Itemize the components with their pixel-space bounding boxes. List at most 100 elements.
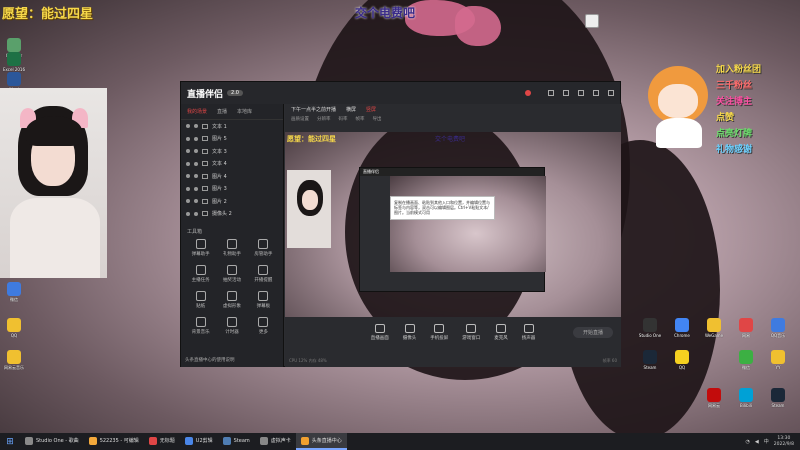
phone-cast-button[interactable]: 手机投屏 — [430, 324, 448, 341]
tool-label: 弹幕板 — [256, 304, 271, 309]
resolution-setting[interactable]: 分辨率 — [317, 116, 331, 122]
microphone-button[interactable]: 麦克风 — [494, 324, 508, 341]
source-row[interactable]: 图片 5 — [181, 133, 283, 146]
tool-music[interactable]: 背景音乐 — [185, 317, 216, 335]
start-live-button[interactable]: 开始直播 — [572, 327, 613, 338]
tool-task[interactable]: 主播任务 — [185, 265, 216, 283]
windows-start-icon[interactable]: ⊞ — [0, 437, 20, 447]
desktop-icon[interactable]: YY — [764, 350, 792, 370]
taskbar-item[interactable]: 无标题 — [144, 433, 180, 450]
visibility-icon[interactable] — [186, 199, 190, 204]
lock-icon[interactable] — [194, 174, 198, 179]
network-icon[interactable]: ◔ — [746, 439, 750, 445]
tool-room-admin[interactable]: 房管助手 — [248, 239, 279, 257]
lock-icon[interactable] — [194, 211, 198, 216]
game-window-button[interactable]: 游戏窗口 — [462, 324, 480, 341]
tool-lottery[interactable]: 抽奖活动 — [216, 265, 247, 283]
taskbar-item[interactable]: 虚拟声卡 — [255, 433, 296, 450]
tab-scenes[interactable]: 我的场景 — [187, 108, 207, 115]
stream-preview[interactable]: 愿望：能过四星 交个电费吧 直播伴侣 复制在播画面、粘贴到其他入口和位置，并编辑… — [285, 132, 621, 317]
stream-title[interactable]: 下午一点半之前开播 — [291, 106, 336, 113]
desktop-icon[interactable]: Excel 2016 — [0, 52, 28, 72]
visibility-icon[interactable] — [186, 211, 190, 216]
tool-gift[interactable]: 礼物助手 — [216, 239, 247, 257]
tool-avatar[interactable]: 虚拟形象 — [216, 291, 247, 309]
tool-timer[interactable]: 计时器 — [216, 317, 247, 335]
volume-icon[interactable]: ◀ — [755, 439, 759, 445]
desktop-icon[interactable]: 微信 — [0, 282, 28, 302]
lock-icon[interactable] — [194, 136, 198, 141]
minimize-icon[interactable] — [578, 90, 584, 96]
app-icon — [771, 318, 785, 332]
lock-icon[interactable] — [194, 124, 198, 129]
visibility-icon[interactable] — [186, 149, 190, 154]
user-avatar[interactable] — [525, 90, 531, 96]
help-tooltip: 复制在播画面、粘贴到其他入口和位置，并编辑位置与标签与内容等，双击可以编辑图层。… — [390, 196, 495, 220]
source-row[interactable]: 图片 4 — [181, 170, 283, 183]
desktop-icon[interactable]: 网易云 — [700, 388, 728, 408]
version-badge[interactable]: 2.0 — [227, 90, 243, 96]
source-row[interactable]: 文本 3 — [181, 145, 283, 158]
source-row[interactable]: 摄像头 2 — [181, 208, 283, 221]
desktop-icon[interactable]: Chrome — [668, 318, 696, 338]
tool-reminder[interactable]: 开播提醒 — [248, 265, 279, 283]
desktop-icon[interactable]: Studio One — [636, 318, 664, 338]
visibility-icon[interactable] — [186, 186, 190, 191]
desktop-icon[interactable]: 网易云音乐 — [0, 350, 28, 370]
export-button[interactable]: 导出 — [373, 116, 382, 122]
tool-more[interactable]: 更多 — [248, 317, 279, 335]
taskbar-item[interactable]: Steam — [218, 433, 255, 450]
tab-library[interactable]: 本地库 — [237, 108, 252, 115]
settings-icon[interactable] — [548, 90, 554, 96]
lock-icon[interactable] — [194, 199, 198, 204]
portrait-toggle[interactable]: 竖屏 — [366, 106, 376, 113]
speaker-button[interactable]: 扬声器 — [522, 324, 535, 341]
tool-board[interactable]: 弹幕板 — [248, 291, 279, 309]
tab-live[interactable]: 直播 — [217, 108, 227, 115]
taskbar-item[interactable]: 522235 - 可编辑 — [84, 433, 144, 450]
visibility-icon[interactable] — [186, 136, 190, 141]
desktop-icon[interactable]: 网易 — [732, 318, 760, 338]
close-icon[interactable] — [608, 90, 614, 96]
lock-icon[interactable] — [194, 149, 198, 154]
desktop-icon[interactable]: QQ — [668, 350, 696, 370]
input-method-icon[interactable]: 中 — [764, 438, 769, 445]
desktop-icon[interactable]: Bilibili — [732, 388, 760, 408]
goal-label: 加入粉丝团 — [716, 65, 762, 75]
lock-icon[interactable] — [194, 186, 198, 191]
recycle-bin-icon[interactable] — [585, 14, 599, 28]
source-row[interactable]: 图片 3 — [181, 183, 283, 196]
add-camera-button[interactable]: 摄像头 — [403, 324, 416, 341]
desktop-icon[interactable]: WeGame — [700, 318, 728, 338]
desktop-icon[interactable]: QQ音乐 — [764, 318, 792, 338]
preview-wish-text: 愿望：能过四星 — [287, 135, 336, 143]
help-hint[interactable]: 头条直播中心的使用说明 — [185, 357, 235, 363]
desktop-icon-label: Chrome — [674, 333, 690, 338]
quality-setting[interactable]: 画质设置 — [291, 116, 309, 122]
desktop-icon[interactable]: Steam — [636, 350, 664, 370]
visibility-icon[interactable] — [186, 161, 190, 166]
source-row[interactable]: 文本 1 — [181, 120, 283, 133]
taskbar-item[interactable]: U2剪辑 — [180, 433, 218, 450]
maximize-icon[interactable] — [593, 90, 599, 96]
visibility-icon[interactable] — [186, 174, 190, 179]
tool-sticker[interactable]: 贴纸 — [185, 291, 216, 309]
landscape-toggle[interactable]: 横屏 — [346, 106, 356, 113]
framerate-setting[interactable]: 帧率 — [356, 116, 365, 122]
taskbar-item-active[interactable]: 头条直播中心 — [295, 433, 347, 450]
webcam-body — [10, 198, 100, 278]
visibility-icon[interactable] — [186, 124, 190, 129]
menu-icon[interactable] — [563, 90, 569, 96]
clock[interactable]: 13:30 2022/9/8 — [774, 436, 794, 446]
desktop-icon[interactable]: Steam — [764, 388, 792, 408]
desktop-icon[interactable]: 微信 — [732, 350, 760, 370]
add-screen-button[interactable]: 直播画面 — [371, 324, 389, 341]
taskbar-label: U2剪辑 — [195, 438, 213, 444]
tool-danmaku[interactable]: 弹幕助手 — [185, 239, 216, 257]
source-row[interactable]: 图片 2 — [181, 195, 283, 208]
source-row[interactable]: 文本 4 — [181, 158, 283, 171]
desktop-icon[interactable]: QQ — [0, 318, 28, 338]
lock-icon[interactable] — [194, 161, 198, 166]
taskbar-item[interactable]: Studio One - 歌曲 — [20, 433, 84, 450]
bitrate-setting[interactable]: 码率 — [339, 116, 348, 122]
